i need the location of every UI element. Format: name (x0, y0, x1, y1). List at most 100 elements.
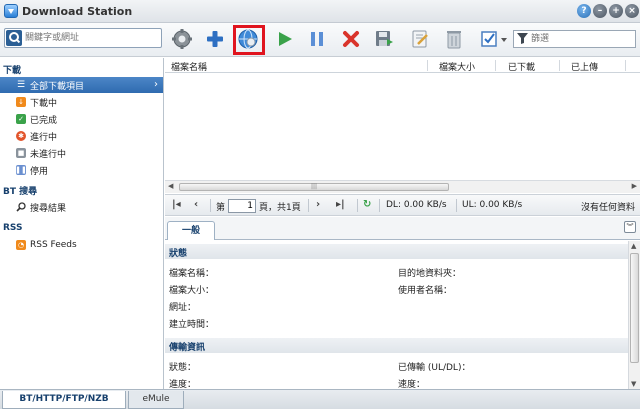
keyword-url-search[interactable] (4, 28, 162, 48)
plus-icon (207, 31, 223, 47)
collapse-icon[interactable]: ︾ (624, 221, 636, 233)
filesize-label: 檔案大小： (169, 286, 215, 296)
filename-label: 檔案名稱： (169, 269, 215, 279)
minimize-icon[interactable]: – (593, 4, 607, 18)
progress-label: 進度： (169, 380, 197, 389)
inactive-icon: ■ (16, 148, 26, 158)
sidebar-item-active[interactable]: ✱ 進行中 (0, 128, 163, 144)
column-header-downloaded[interactable]: 已下載 (508, 60, 535, 73)
username-label: 使用者名稱： (398, 286, 453, 296)
rss-icon: ◔ (16, 240, 26, 250)
bt-search-section-header: BT 搜尋 (3, 187, 38, 197)
resume-button[interactable] (273, 27, 297, 51)
add-task-button[interactable] (203, 27, 227, 51)
title-bar: Download Station ? – + × (0, 0, 640, 23)
next-page-icon[interactable]: › (316, 199, 320, 210)
magnifier-icon (16, 202, 26, 212)
page-suffix: 頁，共1頁 (259, 203, 301, 213)
delete-x-icon (343, 31, 359, 47)
delete-button[interactable] (339, 27, 363, 51)
play-icon (279, 32, 292, 46)
scroll-thumb[interactable] (630, 253, 639, 363)
edit-icon (412, 30, 428, 48)
sidebar-item-rss-feeds[interactable]: ◔ RSS Feeds (0, 237, 163, 253)
sidebar-item-inactive[interactable]: ■ 未進行中 (0, 145, 163, 161)
column-divider[interactable] (625, 60, 626, 71)
sidebar-item-label: 已完成 (30, 115, 58, 126)
column-header-uploaded[interactable]: 已上傳 (571, 60, 598, 73)
destination-label: 目的地資料夾： (398, 269, 462, 279)
sidebar-item-search-results[interactable]: 搜尋結果 (0, 199, 163, 215)
maximize-icon[interactable]: + (609, 4, 623, 18)
sidebar-item-label: 下載中 (30, 98, 58, 109)
trash-icon (447, 31, 461, 49)
toolbar (0, 23, 640, 57)
state-label: 狀態： (169, 363, 197, 373)
close-icon[interactable]: × (625, 4, 639, 18)
empty-message: 沒有任何資料 (581, 203, 636, 213)
last-page-icon[interactable]: ▸| (336, 199, 345, 210)
column-divider[interactable] (495, 60, 496, 71)
tab-bt-http-ftp-nzb[interactable]: BT/HTTP/FTP/NZB (2, 391, 126, 409)
upload-speed: UL: 0.00 KB/s (462, 200, 523, 210)
scroll-up-icon[interactable]: ▲ (631, 242, 636, 250)
check-icon: ✓ (16, 114, 26, 124)
gear-icon (172, 29, 192, 49)
sidebar-item-label: 停用 (30, 166, 49, 177)
keyword-url-input[interactable] (25, 31, 157, 45)
pagination-bar: |◂ ‹ 第 頁，共1頁 › ▸| ↻ DL: 0.00 KB/s UL: 0.… (165, 194, 640, 216)
page-prefix: 第 (216, 203, 226, 213)
transferred-label: 已傳輸 (UL/DL)： (398, 363, 471, 373)
select-dropdown-button[interactable] (479, 27, 511, 51)
refresh-icon[interactable]: ↻ (363, 199, 371, 210)
column-divider[interactable] (559, 60, 560, 71)
page-number-input[interactable] (228, 199, 256, 213)
sidebar-item-downloading[interactable]: ↓ 下載中 (0, 94, 163, 110)
horizontal-scrollbar[interactable]: ◀ ||| ▶ (165, 180, 640, 193)
settings-button[interactable] (170, 27, 194, 51)
pause-icon (311, 32, 323, 46)
filter-box[interactable] (513, 30, 636, 48)
sidebar-item-label: RSS Feeds (30, 240, 77, 250)
divider (210, 199, 211, 212)
download-speed: DL: 0.00 KB/s (386, 200, 447, 210)
checkbox-dropdown-icon (481, 31, 507, 47)
divider (308, 199, 309, 212)
edit-button[interactable] (408, 27, 432, 51)
column-divider[interactable] (427, 60, 428, 71)
detail-panel: 狀態 檔案名稱： 目的地資料夾： 檔案大小： 使用者名稱： 網址： 建立時間： … (165, 241, 640, 389)
rss-section-header: RSS (3, 223, 23, 233)
scroll-right-icon[interactable]: ▶ (632, 182, 637, 190)
tab-emule[interactable]: eMule (128, 391, 184, 409)
column-header-filesize[interactable]: 檔案大小 (439, 60, 475, 73)
help-icon[interactable]: ? (577, 4, 591, 18)
search-icon[interactable] (6, 30, 22, 46)
scroll-thumb[interactable]: ||| (179, 183, 449, 191)
task-list[interactable] (165, 74, 640, 180)
clear-completed-button[interactable] (442, 27, 466, 51)
list-icon: ☰ (16, 80, 26, 90)
sidebar-item-all-downloads[interactable]: ☰ 全部下載項目 › (0, 77, 163, 93)
filter-input[interactable] (531, 32, 631, 46)
sidebar-item-stopped[interactable]: ❚❚ 停用 (0, 162, 163, 178)
transfer-section-header: 傳輸資訊 (165, 338, 630, 353)
column-header-filename[interactable]: 檔案名稱 (171, 60, 207, 73)
bottom-tab-bar: BT/HTTP/FTP/NZB eMule (0, 389, 640, 409)
divider (357, 199, 358, 212)
scroll-down-icon[interactable]: ▼ (631, 380, 636, 388)
sidebar-item-label: 搜尋結果 (30, 203, 67, 214)
first-page-icon[interactable]: |◂ (172, 199, 181, 210)
prev-page-icon[interactable]: ‹ (194, 199, 198, 210)
funnel-icon (517, 33, 528, 44)
url-label: 網址： (169, 303, 197, 313)
sidebar-item-completed[interactable]: ✓ 已完成 (0, 111, 163, 127)
pause-icon: ❚❚ (15, 165, 27, 175)
divider (456, 199, 457, 212)
pause-button[interactable] (305, 27, 329, 51)
tab-general[interactable]: 一般 (167, 221, 215, 240)
scroll-left-icon[interactable]: ◀ (168, 182, 173, 190)
end-task-button[interactable] (372, 27, 396, 51)
sidebar-item-label: 未進行中 (30, 149, 67, 160)
vertical-scrollbar[interactable]: ▲ ▼ (628, 241, 640, 389)
download-arrow-icon: ↓ (16, 97, 26, 107)
